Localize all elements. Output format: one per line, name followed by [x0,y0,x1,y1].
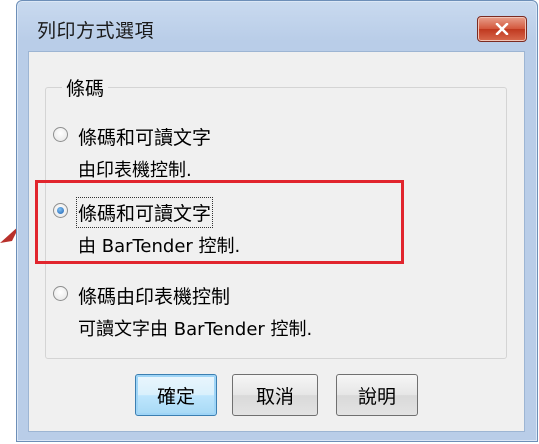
radio-button[interactable] [53,286,68,301]
help-button[interactable]: 說明 [336,374,418,416]
ok-button[interactable]: 確定 [135,374,217,416]
close-icon [495,23,509,35]
cancel-button[interactable]: 取消 [232,374,318,416]
group-title: 條碼 [62,74,109,101]
option-description: 由印表機控制. [78,160,192,181]
highlight-annotation-box [35,180,404,264]
title-bar[interactable]: 列印方式選項 [17,1,537,51]
close-button[interactable] [477,16,527,42]
option-label: 條碼由印表機控制 [78,286,231,308]
radio-button[interactable] [53,127,68,142]
option-description: 可讀文字由 BarTender 控制. [78,319,313,340]
dialog-title: 列印方式選項 [37,20,155,42]
option-label: 條碼和可讀文字 [78,127,212,149]
screenshot-stage: 列印方式選項 條碼 條碼和可讀文字 由印表機控制. 條碼和可讀文字 由 BarT… [0,0,539,444]
